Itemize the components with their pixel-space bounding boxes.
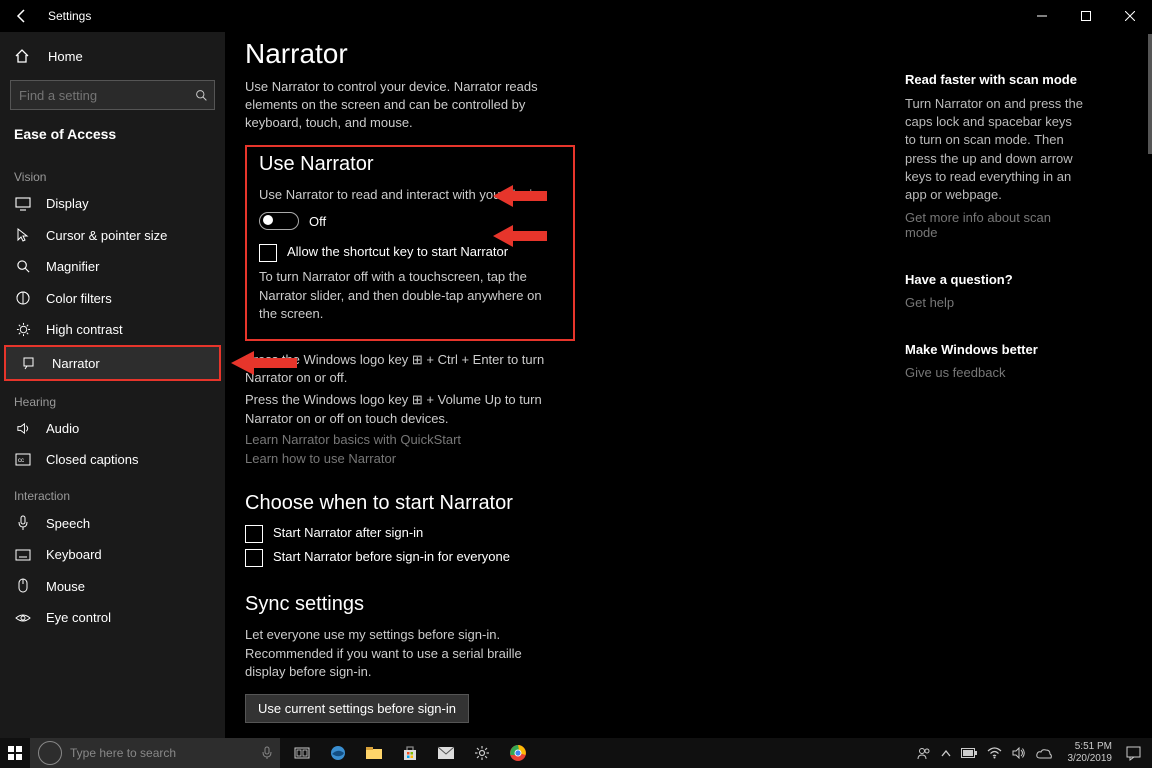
- start-button[interactable]: [0, 738, 30, 768]
- sync-heading: Sync settings: [245, 593, 885, 616]
- sidebar-item-eyecontrol[interactable]: Eye control: [0, 602, 225, 633]
- window-title: Settings: [48, 9, 91, 23]
- sidebar-item-closedcaptions[interactable]: ccClosed captions: [0, 444, 225, 475]
- sidebar-category-header: Ease of Access: [0, 120, 225, 156]
- annotation-arrow-icon: [491, 183, 549, 209]
- narrator-icon: [20, 355, 38, 371]
- action-center-button[interactable]: [1122, 746, 1144, 761]
- mic-icon: [262, 746, 272, 760]
- sidebar-item-magnifier[interactable]: Magnifier: [0, 251, 225, 282]
- cortana-icon: [38, 741, 62, 765]
- titlebar: Settings: [0, 0, 1152, 32]
- sidebar-item-keyboard[interactable]: Keyboard: [0, 539, 225, 570]
- volume-icon[interactable]: [1012, 747, 1026, 759]
- scan-mode-link[interactable]: Get more info about scan mode: [905, 210, 1085, 240]
- battery-icon[interactable]: [961, 748, 977, 758]
- nav-group-vision: Vision: [0, 156, 225, 188]
- taskbar-search[interactable]: Type here to search: [30, 738, 280, 768]
- page-title: Narrator: [245, 38, 885, 70]
- taskbar-clock[interactable]: 5:51 PM 3/20/2019: [1068, 741, 1113, 765]
- sidebar-item-mouse[interactable]: Mouse: [0, 570, 225, 602]
- sidebar: Home Ease of Access Vision Display Curso…: [0, 32, 225, 738]
- eye-icon: [14, 612, 32, 624]
- search-field[interactable]: [19, 88, 195, 103]
- sidebar-item-audio[interactable]: Audio: [0, 413, 225, 444]
- cc-icon: cc: [14, 453, 32, 467]
- back-button[interactable]: [0, 8, 44, 24]
- scan-mode-title: Read faster with scan mode: [905, 72, 1085, 87]
- sync-button[interactable]: Use current settings before sign-in: [245, 694, 469, 723]
- audio-icon: [14, 421, 32, 436]
- speech-icon: [14, 515, 32, 531]
- right-panel: Read faster with scan mode Turn Narrator…: [905, 32, 1105, 738]
- narrator-toggle-state: Off: [309, 214, 326, 229]
- when-heading: Choose when to start Narrator: [245, 492, 885, 515]
- sidebar-item-speech[interactable]: Speech: [0, 507, 225, 539]
- mouse-icon: [14, 578, 32, 594]
- start-before-signin-checkbox[interactable]: Start Narrator before sign-in for everyo…: [245, 549, 885, 567]
- get-help-link[interactable]: Get help: [905, 295, 1085, 310]
- home-button[interactable]: Home: [0, 42, 225, 70]
- annotation-arrow-icon: [229, 348, 299, 378]
- svg-text:cc: cc: [18, 458, 24, 464]
- onedrive-icon[interactable]: [1036, 748, 1052, 759]
- page-intro: Use Narrator to control your device. Nar…: [245, 78, 575, 133]
- tray-chevron-icon[interactable]: [941, 750, 951, 757]
- home-label: Home: [48, 49, 83, 64]
- sidebar-item-colorfilters[interactable]: Color filters: [0, 282, 225, 314]
- sync-text: Let everyone use my settings before sign…: [245, 626, 565, 683]
- people-icon[interactable]: [917, 746, 931, 760]
- keyboard-tip-2: Press the Windows logo key ⊞ + Volume Up…: [245, 391, 575, 427]
- chrome-icon[interactable]: [502, 738, 534, 768]
- colorfilters-icon: [14, 290, 32, 306]
- settings-icon[interactable]: [466, 738, 498, 768]
- question-title: Have a question?: [905, 272, 1085, 287]
- start-after-signin-checkbox[interactable]: Start Narrator after sign-in: [245, 525, 885, 543]
- explorer-icon[interactable]: [358, 738, 390, 768]
- use-narrator-heading: Use Narrator: [259, 153, 561, 176]
- keyboard-icon: [14, 549, 32, 561]
- main-content: Narrator Use Narrator to control your de…: [225, 32, 905, 738]
- edge-icon[interactable]: [322, 738, 354, 768]
- highcontrast-icon: [14, 322, 32, 337]
- taskbar: Type here to search 5:51 PM 3/20/2019: [0, 738, 1152, 768]
- scan-mode-text: Turn Narrator on and press the caps lock…: [905, 95, 1085, 204]
- home-icon: [14, 48, 34, 64]
- store-icon[interactable]: [394, 738, 426, 768]
- annotation-arrow-icon: [491, 223, 549, 249]
- wifi-icon[interactable]: [987, 747, 1002, 759]
- minimize-button[interactable]: [1020, 0, 1064, 32]
- close-button[interactable]: [1108, 0, 1152, 32]
- system-tray: 5:51 PM 3/20/2019: [917, 741, 1152, 765]
- taskview-button[interactable]: [286, 738, 318, 768]
- feedback-title: Make Windows better: [905, 342, 1085, 357]
- narrator-toggle[interactable]: [259, 212, 299, 230]
- scrollbar[interactable]: [1148, 34, 1152, 154]
- annotation-highlight-box: Use Narrator Use Narrator to read and in…: [245, 145, 575, 341]
- search-icon: [195, 89, 208, 102]
- touchscreen-note: To turn Narrator off with a touchscreen,…: [259, 268, 561, 323]
- sidebar-item-highcontrast[interactable]: High contrast: [0, 314, 225, 345]
- nav-group-interaction: Interaction: [0, 475, 225, 507]
- window-controls: [1020, 0, 1152, 32]
- link-learn-narrator[interactable]: Learn how to use Narrator: [245, 451, 885, 466]
- nav-group-hearing: Hearing: [0, 381, 225, 413]
- display-icon: [14, 197, 32, 211]
- mail-icon[interactable]: [430, 738, 462, 768]
- maximize-button[interactable]: [1064, 0, 1108, 32]
- feedback-link[interactable]: Give us feedback: [905, 365, 1085, 380]
- search-input[interactable]: [10, 80, 215, 110]
- sidebar-item-display[interactable]: Display: [0, 188, 225, 219]
- magnifier-icon: [14, 259, 32, 274]
- sidebar-item-cursor[interactable]: Cursor & pointer size: [0, 219, 225, 251]
- sidebar-item-narrator[interactable]: Narrator: [6, 347, 219, 379]
- link-quickstart[interactable]: Learn Narrator basics with QuickStart: [245, 432, 885, 447]
- cursor-icon: [14, 227, 32, 243]
